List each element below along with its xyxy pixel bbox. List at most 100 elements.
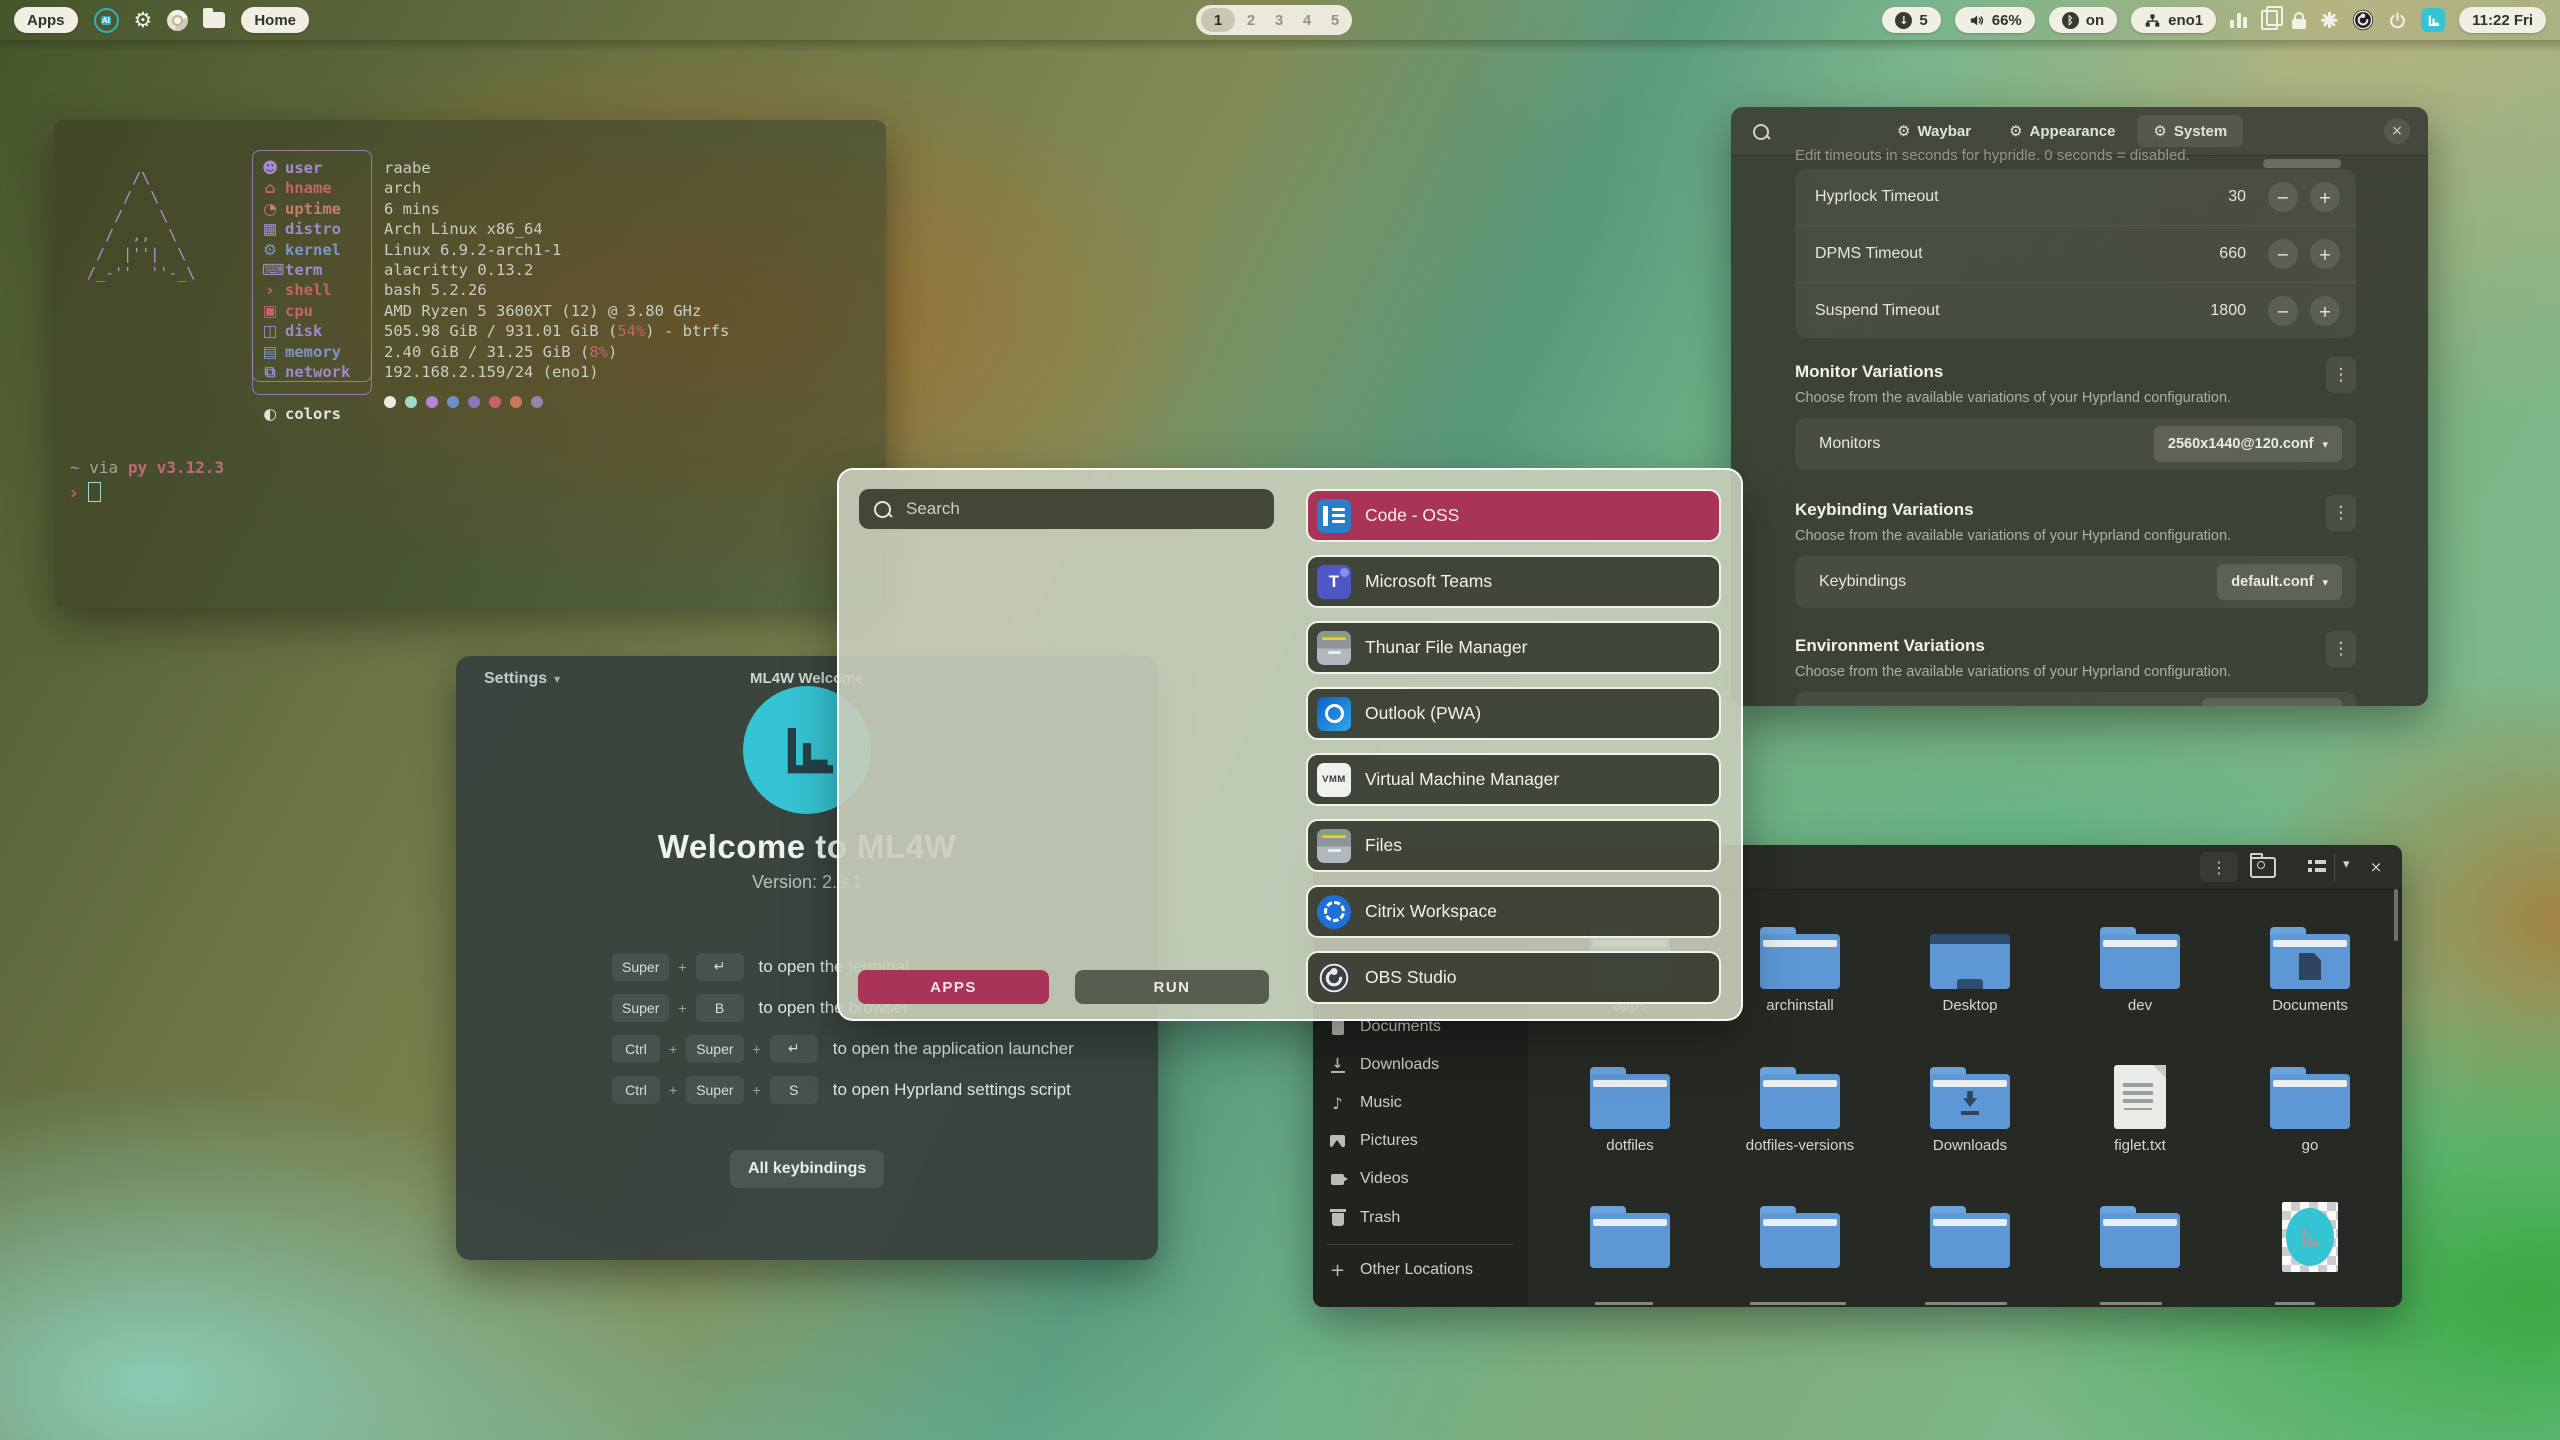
view-options-dropdown[interactable]: ▾: [2343, 857, 2350, 872]
sidebar-item-music[interactable]: ♪Music: [1329, 1088, 1402, 1118]
section-title: Keybinding Variations: [1795, 500, 1974, 520]
increase-button[interactable]: +: [2310, 296, 2340, 326]
ai-update-icon[interactable]: AI: [94, 8, 119, 33]
section-title: Monitor Variations: [1795, 362, 1943, 382]
folder-item-downloads[interactable]: Downloads: [1905, 1067, 2035, 1154]
updates-indicator[interactable]: ↓ 5: [1882, 7, 1940, 33]
folder-item[interactable]: [1905, 1206, 2035, 1268]
file-manager-icon[interactable]: [203, 12, 225, 28]
network-indicator[interactable]: eno1: [2131, 7, 2216, 33]
clipboard-icon[interactable]: [2261, 10, 2278, 30]
stats-icon[interactable]: [2230, 12, 2247, 28]
workspace-3[interactable]: 3: [1267, 8, 1291, 32]
sidebar-item-pictures[interactable]: Pictures: [1329, 1126, 1418, 1156]
chrome-browser-icon[interactable]: [167, 10, 188, 31]
folder-search-icon[interactable]: [2250, 857, 2276, 878]
sidebar-item-other-locations[interactable]: +Other Locations: [1329, 1255, 1473, 1285]
apps-menu-button[interactable]: Apps: [14, 7, 78, 33]
kebab-menu-icon[interactable]: ⋮: [2326, 495, 2356, 531]
app-launcher: Code - OSS T Microsoft Teams Thunar File…: [837, 468, 1743, 1021]
folder-item[interactable]: [2075, 1206, 2205, 1268]
clipped-label: [1750, 1302, 1846, 1305]
app-item-citrix-workspace[interactable]: Citrix Workspace: [1306, 885, 1721, 938]
apps-tab-button[interactable]: APPS: [858, 970, 1049, 1004]
tab-system[interactable]: ⚙System: [2137, 115, 2243, 147]
folder-item-dotfiles[interactable]: dotfiles: [1565, 1067, 1695, 1154]
search-input[interactable]: [904, 498, 1259, 520]
scrollbar[interactable]: [2394, 889, 2398, 941]
all-keybindings-button[interactable]: All keybindings: [730, 1150, 884, 1188]
ml4w-logo-icon[interactable]: [2421, 8, 2445, 32]
keybindings-dropdown[interactable]: default.conf ▾: [2217, 564, 2342, 600]
monitors-dropdown[interactable]: 2560x1440@120.conf ▾: [2154, 426, 2342, 462]
tab-waybar[interactable]: ⚙Waybar: [1881, 115, 1987, 147]
app-item-outlook[interactable]: Outlook (PWA): [1306, 687, 1721, 740]
home-button[interactable]: Home: [241, 7, 309, 33]
gear-icon[interactable]: ⚙: [134, 8, 153, 32]
shell-cursor-line[interactable]: ›: [70, 482, 101, 504]
app-item-code-oss[interactable]: Code - OSS: [1306, 489, 1721, 542]
search-icon: [874, 501, 891, 518]
lock-icon[interactable]: [2292, 19, 2306, 29]
waybar: Apps AI ⚙ Home 1 2 3 4 5 ↓ 5 66%: [0, 0, 2560, 40]
timeouts-hint: Edit timeouts in seconds for hypridle. 0…: [1795, 147, 2190, 164]
app-item-files[interactable]: Files: [1306, 819, 1721, 872]
folder-item[interactable]: [1565, 1206, 1695, 1268]
shell-icon: ›: [262, 280, 278, 300]
close-icon[interactable]: ×: [2363, 854, 2389, 880]
folder-item-dotfiles-versions[interactable]: dotfiles-versions: [1735, 1067, 1865, 1154]
settings-burst-icon[interactable]: [2320, 11, 2338, 29]
kebab-menu-icon[interactable]: ⋮: [2200, 852, 2238, 882]
gear-icon: ⚙: [2153, 122, 2166, 140]
kebab-menu-icon[interactable]: ⋮: [2326, 631, 2356, 667]
host-icon: ⌂: [262, 178, 278, 198]
file-item-figlet[interactable]: figlet.txt: [2075, 1065, 2205, 1154]
folder-item-desktop[interactable]: Desktop: [1905, 927, 2035, 1014]
bluetooth-indicator[interactable]: ᛒ on: [2049, 7, 2117, 33]
folder-item-go[interactable]: go: [2245, 1067, 2375, 1154]
keybindings-row: Keybindings default.conf ▾: [1795, 556, 2356, 608]
folder-item-documents[interactable]: Documents: [2245, 927, 2375, 1014]
decrease-button[interactable]: −: [2268, 182, 2298, 212]
fastfetch-output: ☻userraabe ⌂hnamearch ◔uptime6 mins ▦dis…: [262, 158, 729, 425]
folder-item-archinstall[interactable]: archinstall: [1735, 927, 1865, 1014]
clock[interactable]: 11:22 Fri: [2459, 7, 2546, 33]
workspace-5[interactable]: 5: [1323, 8, 1347, 32]
increase-button[interactable]: +: [2310, 182, 2340, 212]
run-tab-button[interactable]: RUN: [1075, 970, 1269, 1004]
launcher-search[interactable]: [859, 489, 1274, 529]
sidebar-item-downloads[interactable]: ↓Downloads: [1329, 1050, 1439, 1080]
workspace-2[interactable]: 2: [1239, 8, 1263, 32]
desktop: Apps AI ⚙ Home 1 2 3 4 5 ↓ 5 66%: [0, 0, 2560, 1440]
obs-icon[interactable]: [2352, 9, 2374, 31]
increase-button[interactable]: +: [2310, 239, 2340, 269]
decrease-button[interactable]: −: [2268, 239, 2298, 269]
tab-appearance[interactable]: ⚙Appearance: [1993, 115, 2131, 147]
list-view-icon[interactable]: [2308, 858, 2326, 874]
sidebar-item-trash[interactable]: Trash: [1329, 1203, 1400, 1233]
sidebar-item-videos[interactable]: Videos: [1329, 1164, 1409, 1194]
folder-item-dev[interactable]: dev: [2075, 927, 2205, 1014]
chevron-down-icon: ▾: [2322, 438, 2328, 451]
videos-icon: [1331, 1174, 1344, 1185]
image-item-ml4w[interactable]: [2245, 1202, 2375, 1272]
workspace-1[interactable]: 1: [1201, 8, 1235, 32]
pictures-icon: [1330, 1135, 1345, 1147]
search-icon[interactable]: [1753, 124, 1769, 140]
timeout-row: Suspend Timeout 1800 − +: [1795, 282, 2356, 339]
workspace-4[interactable]: 4: [1295, 8, 1319, 32]
app-item-microsoft-teams[interactable]: T Microsoft Teams: [1306, 555, 1721, 608]
close-icon[interactable]: ×: [2384, 118, 2410, 144]
volume-indicator[interactable]: 66%: [1955, 7, 2035, 33]
app-item-virtual-machine-manager[interactable]: VMM Virtual Machine Manager: [1306, 753, 1721, 806]
power-icon[interactable]: [2388, 11, 2407, 30]
terminal-window[interactable]: /\ / \ / \ / ,, \ / |''| \ /_-'' ''-_\ ☻…: [54, 120, 886, 608]
app-item-obs-studio[interactable]: OBS Studio: [1306, 951, 1721, 1004]
folder-item[interactable]: [1735, 1206, 1865, 1268]
clipped-label: [1595, 1302, 1653, 1305]
app-item-thunar[interactable]: Thunar File Manager: [1306, 621, 1721, 674]
disk-icon: ◫: [262, 321, 278, 341]
kebab-menu-icon[interactable]: ⋮: [2326, 357, 2356, 393]
decrease-button[interactable]: −: [2268, 296, 2298, 326]
distro-icon: ▦: [262, 219, 278, 239]
